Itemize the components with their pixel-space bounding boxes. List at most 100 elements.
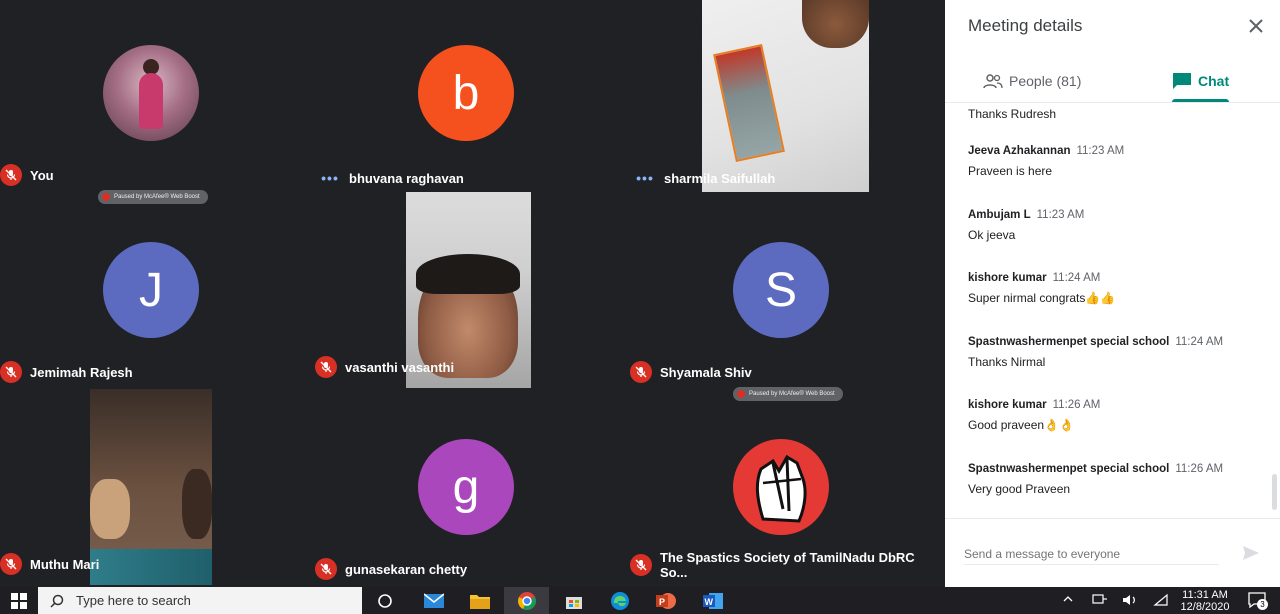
participant-name-row: ••• bhuvana raghavan: [315, 170, 464, 186]
participant-name-row: You: [0, 164, 54, 186]
participant-video: [702, 0, 869, 192]
participant-tile[interactable]: g gunasekaran chetty: [315, 394, 630, 590]
chat-message: Ambujam L 11:23 AM Ok jeeva: [968, 209, 1084, 242]
participant-name-row: Shyamala Shiv: [630, 361, 752, 383]
message-time: 11:23 AM: [1036, 209, 1085, 221]
message-time: 11:26 AM: [1052, 399, 1101, 411]
message-sender: Spastnwashermenpet special school: [968, 336, 1170, 348]
speaking-dots-icon: •••: [321, 170, 339, 186]
volume-icon[interactable]: [1122, 593, 1138, 610]
participant-name: The Spastics Society of TamilNadu DbRC S…: [659, 550, 915, 580]
participant-name: gunasekaran chetty: [345, 561, 468, 577]
avatar: b: [418, 45, 514, 141]
windows-start-icon[interactable]: [0, 587, 38, 614]
taskbar-search-box[interactable]: Type here to search: [38, 587, 362, 614]
message-text: Super nirmal congrats👍👍: [968, 291, 1116, 305]
participant-tile[interactable]: Muthu Mari: [0, 389, 315, 585]
message-sender: Spastnwashermenpet special school: [968, 463, 1170, 475]
tab-chat[interactable]: Chat: [1172, 60, 1229, 102]
chat-message: kishore kumar 11:26 AM Good praveen👌👌: [968, 399, 1100, 432]
message-sender: kishore kumar: [968, 272, 1047, 284]
participant-tile[interactable]: ••• sharmila Saifullah: [630, 0, 945, 196]
chat-message: Spastnwashermenpet special school 11:26 A…: [968, 463, 1223, 496]
chat-scrollbar[interactable]: [1272, 474, 1277, 510]
tab-people[interactable]: People (81): [983, 60, 1081, 102]
participant-tile[interactable]: S Shyamala Shiv: [630, 197, 945, 393]
message-text: Good praveen👌👌: [968, 418, 1074, 432]
powerpoint-icon[interactable]: P: [655, 590, 677, 612]
windows-taskbar: Type here to search P W 11:31 AM 12/8/20…: [0, 587, 1280, 614]
message-sender: Ambujam L: [968, 209, 1031, 221]
avatar: J: [103, 242, 199, 338]
message-time: 11:26 AM: [1175, 463, 1224, 475]
send-icon[interactable]: [1241, 543, 1261, 563]
message-text: Very good Praveen: [968, 482, 1071, 496]
notification-icon[interactable]: 3: [1248, 592, 1268, 611]
mail-icon[interactable]: [423, 590, 445, 612]
message-time: 11:24 AM: [1052, 272, 1101, 284]
panel-title: Meeting details: [968, 16, 1083, 35]
taskbar-clock[interactable]: 11:31 AM 12/8/2020: [1168, 589, 1242, 613]
chat-message-input[interactable]: [964, 544, 1219, 564]
svg-text:W: W: [705, 597, 714, 607]
participant-name: bhuvana raghavan: [349, 170, 464, 186]
participant-name: sharmila Saifullah: [664, 170, 776, 186]
participant-tile[interactable]: b ••• bhuvana raghavan: [315, 0, 630, 196]
chat-messages[interactable]: Thanks Rudresh Jeeva Azhakannan 11:23 AM …: [945, 103, 1280, 518]
clock-time: 11:31 AM: [1182, 589, 1228, 601]
tab-chat-label: Chat: [1198, 73, 1230, 89]
video-grid: You Paused by McAfee® Web Boost b ••• bh…: [0, 0, 945, 587]
divider: [945, 518, 1280, 519]
participant-name-row: Jemimah Rajesh: [0, 361, 133, 383]
mic-off-icon: [315, 356, 337, 378]
wifi-icon[interactable]: [1153, 593, 1169, 610]
participant-tile[interactable]: vasanthi vasanthi: [315, 192, 630, 388]
chat-icon: [1173, 73, 1191, 89]
participant-video: [90, 389, 212, 585]
participant-name-row: vasanthi vasanthi: [315, 356, 454, 378]
organization-logo: [733, 439, 829, 535]
participant-name: vasanthi vasanthi: [345, 359, 455, 375]
tab-people-label: People (81): [1009, 73, 1082, 89]
svg-text:P: P: [659, 597, 665, 607]
edge-icon[interactable]: [609, 590, 631, 612]
participant-tile[interactable]: J Jemimah Rajesh: [0, 197, 315, 393]
participant-tile[interactable]: You: [0, 0, 315, 196]
avatar: [103, 45, 199, 141]
task-view-icon[interactable]: [374, 590, 396, 612]
participant-name: You: [30, 167, 54, 183]
close-icon[interactable]: [1244, 14, 1268, 38]
message-text: Praveen is here: [968, 164, 1053, 178]
mic-off-icon: [0, 164, 22, 186]
chat-message: Thanks Rudresh: [968, 103, 1056, 121]
chat-message: kishore kumar 11:24 AM Super nirmal congr…: [968, 272, 1115, 305]
message-sender: kishore kumar: [968, 399, 1047, 411]
mic-off-icon: [0, 361, 22, 383]
participant-name-row: ••• sharmila Saifullah: [630, 170, 775, 186]
participant-tile[interactable]: The Spastics Society of TamilNadu DbRC S…: [630, 394, 945, 590]
notification-count: 3: [1257, 599, 1268, 610]
avatar: S: [733, 242, 829, 338]
network-icon[interactable]: [1092, 593, 1108, 610]
search-placeholder: Type here to search: [76, 593, 191, 608]
meeting-details-panel: Meeting details People (81) Chat Thanks …: [945, 0, 1280, 587]
hands-logo-icon: [755, 454, 807, 523]
mic-off-icon: [630, 554, 652, 576]
participant-name-row: Muthu Mari: [0, 553, 99, 575]
chrome-icon[interactable]: [516, 590, 538, 612]
message-sender: Jeeva Azhakannan: [968, 145, 1071, 157]
clock-date: 12/8/2020: [1180, 601, 1230, 613]
message-time: 11:23 AM: [1076, 145, 1125, 157]
chevron-up-icon[interactable]: [1062, 593, 1074, 608]
word-icon[interactable]: W: [702, 590, 724, 612]
message-text: Thanks Nirmal: [968, 355, 1046, 369]
chat-message: Spastnwashermenpet special school 11:24 A…: [968, 336, 1223, 369]
file-explorer-icon[interactable]: [469, 590, 491, 612]
mic-off-icon: [630, 361, 652, 383]
participant-name: Muthu Mari: [30, 556, 100, 572]
avatar: g: [418, 439, 514, 535]
store-icon[interactable]: [563, 590, 585, 612]
message-text: Thanks Rudresh: [968, 107, 1057, 121]
message-time: 11:24 AM: [1175, 336, 1224, 348]
search-icon: [50, 594, 64, 608]
